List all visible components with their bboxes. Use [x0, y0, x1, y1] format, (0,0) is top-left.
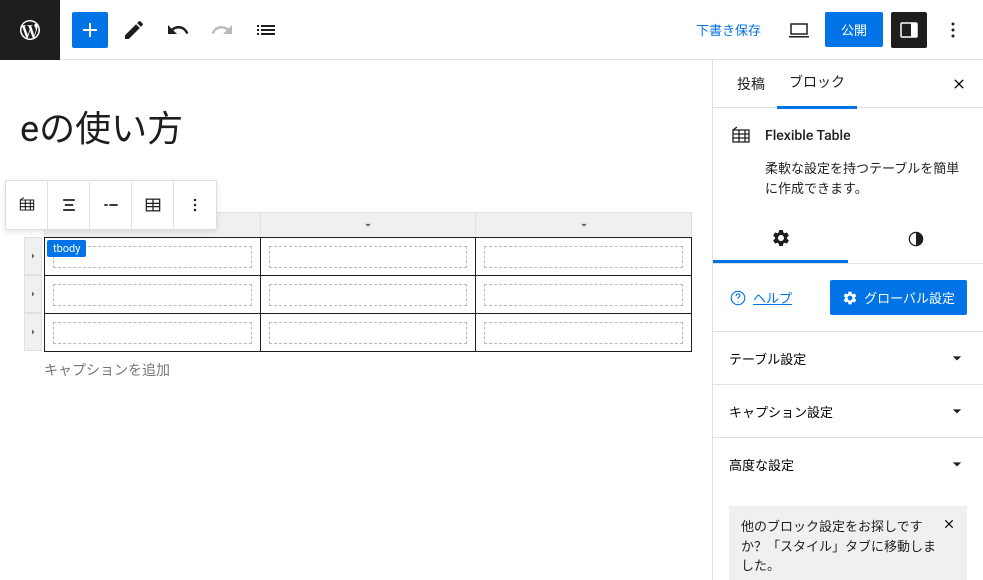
row-handle[interactable] — [24, 275, 42, 313]
align-icon — [59, 195, 79, 215]
table-cell[interactable] — [476, 276, 692, 314]
settings-style-tabs — [713, 215, 983, 264]
table-cell[interactable] — [45, 276, 261, 314]
help-link[interactable]: ヘルプ — [729, 288, 792, 307]
chevron-down-icon — [577, 218, 591, 232]
global-settings-button[interactable]: グローバル設定 — [830, 280, 967, 315]
chevron-right-icon — [27, 250, 39, 262]
preview-button[interactable] — [781, 12, 817, 48]
notice-close-button[interactable] — [939, 514, 959, 534]
tab-block[interactable]: ブロック — [777, 60, 857, 109]
block-description: 柔軟な設定を持つテーブルを簡単に作成できます。 — [729, 160, 967, 199]
block-toolbar — [5, 180, 217, 230]
pencil-icon — [122, 18, 146, 42]
row-handles — [24, 237, 42, 351]
caption-input[interactable]: キャプションを追加 — [44, 360, 692, 380]
chevron-down-icon — [947, 348, 967, 368]
table-icon — [143, 195, 163, 215]
more-options-button[interactable] — [935, 12, 971, 48]
vertical-align-button[interactable] — [90, 181, 132, 229]
help-icon — [729, 289, 747, 307]
block-title: Flexible Table — [765, 128, 851, 144]
topbar-left — [0, 0, 284, 59]
tab-settings-gear[interactable] — [713, 215, 848, 263]
tab-post[interactable]: 投稿 — [725, 60, 777, 108]
panel-advanced-settings: 高度な設定 — [713, 437, 983, 490]
chevron-down-icon — [361, 218, 375, 232]
column-handle[interactable] — [476, 213, 691, 237]
vertical-align-icon — [101, 195, 121, 215]
chevron-down-icon — [947, 401, 967, 421]
tab-styles[interactable] — [848, 215, 983, 263]
panel-toggle-advanced[interactable]: 高度な設定 — [713, 438, 983, 490]
flexible-table-icon — [729, 124, 753, 148]
sidebar-notice: 他のブロック設定をお探しですか？「スタイル」タブに移動しました。 — [729, 506, 967, 580]
sidebar-tabs: 投稿 ブロック — [713, 60, 983, 108]
publish-button[interactable]: 公開 — [825, 12, 883, 47]
editable-table[interactable]: tbody — [44, 237, 692, 352]
flexible-table-icon — [17, 195, 37, 215]
block-info: Flexible Table 柔軟な設定を持つテーブルを簡単に作成できます。 — [713, 108, 983, 215]
table-cell[interactable] — [45, 314, 261, 352]
table-cell[interactable]: tbody — [45, 238, 261, 276]
sidebar-icon — [897, 18, 921, 42]
table-cell[interactable] — [260, 238, 476, 276]
close-icon — [942, 517, 956, 531]
save-draft-button[interactable]: 下書き保存 — [684, 12, 773, 47]
block-type-button[interactable] — [6, 181, 48, 229]
chevron-right-icon — [27, 288, 39, 300]
table-cell[interactable] — [260, 276, 476, 314]
list-icon — [254, 18, 278, 42]
sidebar-close-button[interactable] — [947, 72, 971, 96]
sidebar-actions: ヘルプ グローバル設定 — [713, 264, 983, 331]
table-edit-button[interactable] — [132, 181, 174, 229]
add-block-button[interactable] — [72, 12, 108, 48]
panel-toggle-caption[interactable]: キャプション設定 — [713, 385, 983, 437]
block-more-button[interactable] — [174, 181, 216, 229]
panel-caption-settings: キャプション設定 — [713, 384, 983, 437]
panel-table-settings: テーブル設定 — [713, 331, 983, 384]
row-handle[interactable] — [24, 237, 42, 275]
device-icon — [787, 18, 811, 42]
plus-icon — [78, 18, 102, 42]
undo-button[interactable] — [160, 12, 196, 48]
table-cell[interactable] — [260, 314, 476, 352]
row-handle[interactable] — [24, 313, 42, 351]
contrast-icon — [906, 229, 926, 249]
panel-toggle-table[interactable]: テーブル設定 — [713, 332, 983, 384]
close-icon — [951, 76, 967, 92]
flexible-table-block[interactable]: tbody — [44, 212, 692, 380]
column-handle[interactable] — [261, 213, 477, 237]
redo-button[interactable] — [204, 12, 240, 48]
edit-mode-button[interactable] — [116, 12, 152, 48]
top-toolbar: 下書き保存 公開 — [0, 0, 983, 60]
gear-icon — [842, 290, 858, 306]
settings-sidebar: 投稿 ブロック Flexible Table 柔軟な設定を持つテーブルを簡単に作… — [712, 60, 983, 580]
redo-icon — [210, 18, 234, 42]
align-button[interactable] — [48, 181, 90, 229]
sidebar-toggle-button[interactable] — [891, 12, 927, 48]
page-title[interactable]: eの使い方 — [20, 100, 692, 152]
chevron-down-icon — [947, 454, 967, 474]
kebab-icon — [941, 18, 965, 42]
undo-icon — [166, 18, 190, 42]
tbody-label: tbody — [47, 240, 86, 257]
table-cell[interactable] — [476, 238, 692, 276]
table-cell[interactable] — [476, 314, 692, 352]
gear-icon — [771, 228, 791, 248]
wordpress-logo[interactable] — [0, 0, 60, 60]
list-view-button[interactable] — [248, 12, 284, 48]
kebab-icon — [185, 195, 205, 215]
editor-canvas[interactable]: eの使い方 — [0, 60, 712, 580]
chevron-right-icon — [27, 326, 39, 338]
topbar-right: 下書き保存 公開 — [684, 12, 971, 48]
